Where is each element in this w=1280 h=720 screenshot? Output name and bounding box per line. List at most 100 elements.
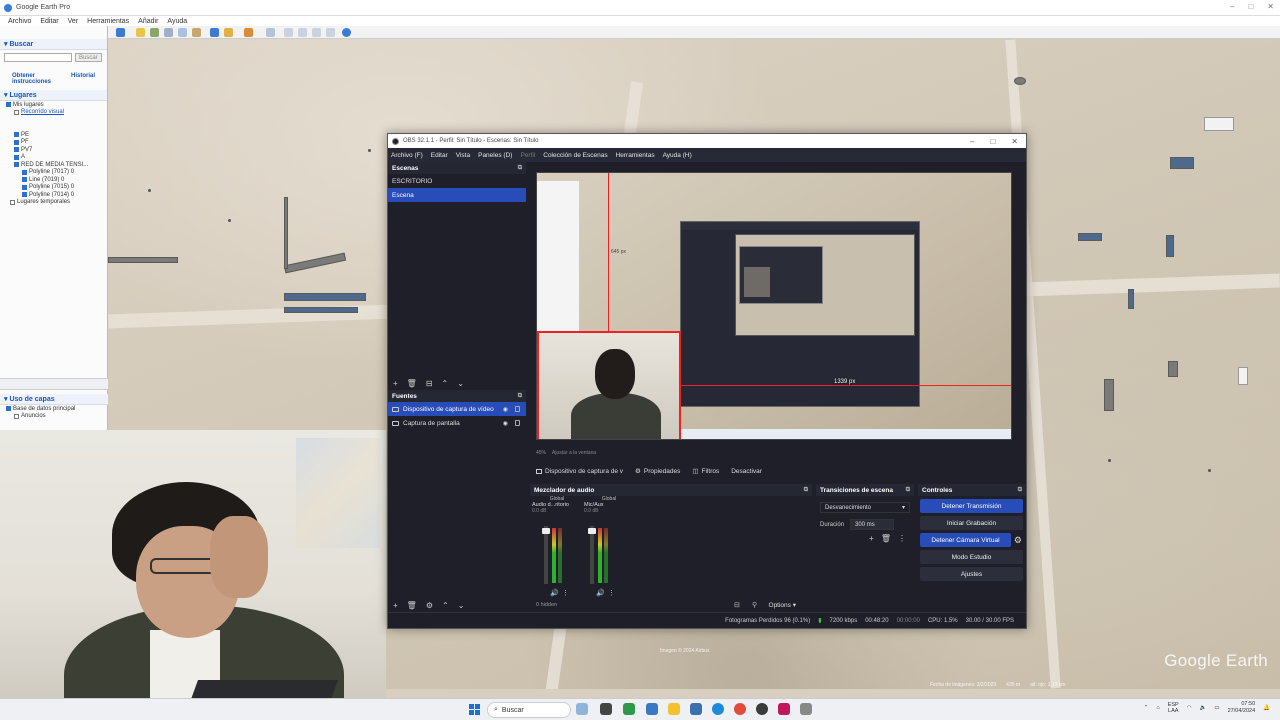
remove-source-icon[interactable]: 🗑 bbox=[407, 601, 417, 610]
network-icon[interactable]: ⌂ bbox=[1156, 705, 1159, 711]
obs-menu-editar[interactable]: Editar bbox=[431, 152, 448, 159]
start-recording-button[interactable]: Iniciar Grabación bbox=[920, 516, 1023, 530]
move-down-icon[interactable]: ⌄ bbox=[458, 601, 465, 610]
layers-panel-header[interactable]: ▾ Uso de capas bbox=[0, 394, 108, 405]
google-earth-globe-icon[interactable] bbox=[342, 28, 351, 37]
windows-start-icon[interactable] bbox=[469, 704, 480, 715]
link-icon[interactable]: ⚲ bbox=[752, 601, 757, 609]
filter-scene-icon[interactable]: ⊟ bbox=[426, 379, 433, 388]
ge-menu-editar[interactable]: Editar bbox=[40, 18, 58, 25]
sidebar-toggle-icon[interactable] bbox=[116, 28, 125, 37]
polygon-icon[interactable] bbox=[150, 28, 159, 37]
scene-item-escena[interactable]: Escena bbox=[388, 188, 526, 202]
dock-float-icon[interactable]: ⧉ bbox=[518, 393, 522, 400]
ge-menu-herramientas[interactable]: Herramientas bbox=[87, 18, 129, 25]
dock-float-icon[interactable]: ⧉ bbox=[804, 487, 808, 494]
dock-float-icon[interactable]: ⧉ bbox=[1018, 487, 1022, 494]
ge-menu-ver[interactable]: Ver bbox=[68, 18, 79, 25]
tree-item-a[interactable]: A bbox=[6, 154, 107, 162]
history-link[interactable]: Historial bbox=[71, 73, 95, 85]
deactivate-button[interactable]: Desactivar bbox=[731, 468, 762, 475]
ge-menu-ayuda[interactable]: Ayuda bbox=[167, 18, 187, 25]
volume-fader[interactable] bbox=[542, 526, 550, 584]
volume-icon[interactable]: 🔈 bbox=[1200, 705, 1207, 711]
remove-scene-icon[interactable]: 🗑 bbox=[407, 379, 417, 388]
email-icon[interactable] bbox=[284, 28, 293, 37]
more-options-icon[interactable]: ⋮ bbox=[898, 534, 906, 543]
visibility-eye-icon[interactable]: ◉ bbox=[503, 420, 508, 427]
ge-search-button[interactable]: Buscar bbox=[75, 53, 102, 62]
channel-settings-icon[interactable]: ⋮ bbox=[562, 589, 569, 597]
obs-menu-ayuda[interactable]: Ayuda (H) bbox=[663, 152, 692, 159]
duration-input[interactable]: 300 ms bbox=[850, 519, 895, 530]
widgets-icon[interactable] bbox=[576, 703, 588, 715]
taskbar-search[interactable]: ⌕ Buscar bbox=[487, 702, 571, 718]
app-icon[interactable] bbox=[778, 703, 790, 715]
placemark-icon[interactable] bbox=[136, 28, 145, 37]
obs-menu-paneles[interactable]: Paneles (D) bbox=[478, 152, 512, 159]
battery-icon[interactable]: ▭ bbox=[1214, 705, 1219, 711]
tree-item-my-places[interactable]: Mis lugares bbox=[6, 101, 107, 109]
settings-button[interactable]: Ajustes bbox=[920, 567, 1023, 581]
tree-item-polyline-7014[interactable]: Polyline (7014) 0 bbox=[6, 191, 107, 199]
transition-select[interactable]: Desvanecimiento ▾ bbox=[820, 502, 910, 513]
ruler-icon[interactable] bbox=[266, 28, 275, 37]
lock-icon[interactable] bbox=[515, 406, 520, 412]
file-explorer-icon[interactable] bbox=[668, 703, 680, 715]
move-down-icon[interactable]: ⌄ bbox=[457, 379, 464, 388]
obs-maximize-icon[interactable]: □ bbox=[990, 137, 995, 146]
store-icon[interactable] bbox=[690, 703, 702, 715]
tree-item-line-7019[interactable]: Line (7019) 0 bbox=[6, 176, 107, 184]
volume-fader[interactable] bbox=[588, 526, 596, 584]
overlay-icon[interactable] bbox=[178, 28, 187, 37]
print-icon[interactable] bbox=[298, 28, 307, 37]
studio-mode-button[interactable]: Modo Estudio bbox=[920, 550, 1023, 564]
obs-menu-vista[interactable]: Vista bbox=[456, 152, 470, 159]
source-item-video-capture[interactable]: Dispositivo de captura de vídeo ◉ bbox=[388, 402, 526, 416]
chevron-up-icon[interactable]: ⌃ bbox=[1144, 705, 1149, 711]
obs-preview[interactable]: 1339 px 645 px bbox=[536, 172, 1012, 440]
save-image-icon[interactable] bbox=[312, 28, 321, 37]
historical-imagery-icon[interactable] bbox=[210, 28, 219, 37]
move-up-icon[interactable]: ⌃ bbox=[442, 601, 449, 610]
options-dropdown[interactable]: Options ▾ bbox=[769, 601, 796, 609]
layer-ads[interactable]: Anuncios bbox=[6, 413, 108, 421]
channel-settings-icon[interactable]: ⋮ bbox=[608, 589, 615, 597]
tree-item-pe[interactable]: PE bbox=[6, 131, 107, 139]
remove-transition-icon[interactable]: 🗑 bbox=[881, 534, 891, 543]
source-settings-icon[interactable]: ⚙ bbox=[426, 601, 433, 610]
preview-webcam-source[interactable] bbox=[537, 331, 681, 439]
obs-menu-archivo[interactable]: Archivo (F) bbox=[391, 152, 423, 159]
edge-icon[interactable] bbox=[712, 703, 724, 715]
move-up-icon[interactable]: ⌃ bbox=[442, 379, 449, 388]
obs-minimize-icon[interactable]: – bbox=[970, 137, 974, 146]
obs-menu-coleccion[interactable]: Colección de Escenas bbox=[543, 152, 607, 159]
dock-float-icon[interactable]: ⧉ bbox=[518, 165, 522, 172]
properties-button[interactable]: ⚙ Propiedades bbox=[635, 467, 680, 476]
obs-close-icon[interactable]: ✕ bbox=[1011, 137, 1018, 146]
layer-primary-db[interactable]: Base de datos principal bbox=[6, 405, 108, 413]
dock-float-icon[interactable]: ⧉ bbox=[906, 487, 910, 494]
terminal-icon[interactable] bbox=[623, 703, 635, 715]
ge-menu-anadir[interactable]: Añadir bbox=[138, 18, 158, 25]
tree-item-polyline-7015[interactable]: Polyline (7015) 0 bbox=[6, 184, 107, 192]
gear-icon[interactable]: ⚙ bbox=[1014, 535, 1022, 546]
zoom-level[interactable]: 45% bbox=[536, 450, 546, 456]
language-indicator[interactable]: ESP LAA bbox=[1168, 702, 1179, 714]
places-panel-header[interactable]: ▾ Lugares bbox=[0, 90, 107, 101]
speaker-icon[interactable]: 🔊 bbox=[550, 589, 559, 597]
get-directions-link[interactable]: Obtener instrucciones bbox=[12, 73, 65, 85]
maximize-icon[interactable]: □ bbox=[1248, 2, 1253, 11]
chrome-icon[interactable] bbox=[734, 703, 746, 715]
notifications-icon[interactable]: 🔔 bbox=[1263, 705, 1270, 711]
task-view-icon[interactable] bbox=[600, 703, 612, 715]
scene-item-escritorio[interactable]: ESCRITORIO bbox=[388, 174, 526, 188]
tree-item-pf[interactable]: PF bbox=[6, 139, 107, 147]
minimize-icon[interactable]: – bbox=[1230, 2, 1234, 11]
sun-icon[interactable] bbox=[224, 28, 233, 37]
photos-icon[interactable] bbox=[646, 703, 658, 715]
view-in-maps-icon[interactable] bbox=[326, 28, 335, 37]
path-icon[interactable] bbox=[164, 28, 173, 37]
lock-icon[interactable] bbox=[515, 420, 520, 426]
obs-menu-herramientas[interactable]: Herramientas bbox=[616, 152, 655, 159]
